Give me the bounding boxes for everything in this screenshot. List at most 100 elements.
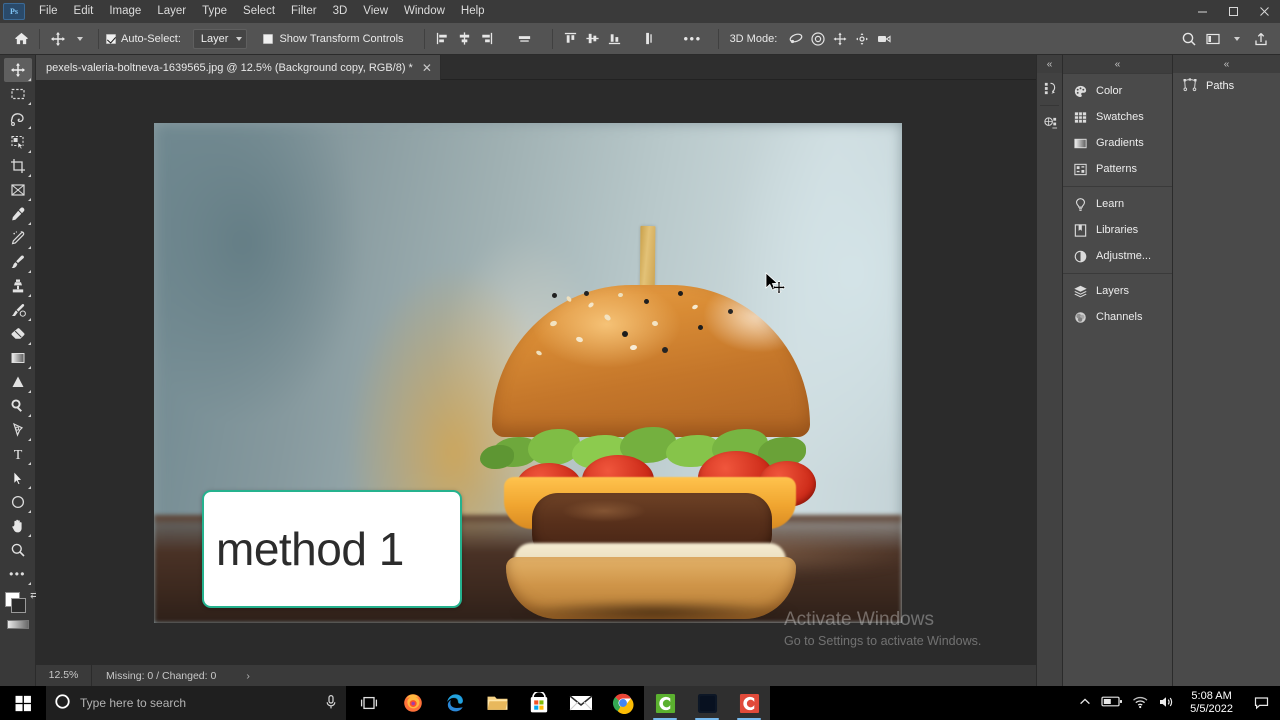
taskbar-app-google-chrome[interactable] [602, 686, 644, 720]
path-selection-tool[interactable] [4, 466, 32, 490]
brush-tool[interactable] [4, 250, 32, 274]
workspace-icon[interactable] [1202, 28, 1224, 50]
workspace-chevron-down-icon[interactable] [1226, 28, 1248, 50]
collapse-icon-strip-button[interactable]: « [1037, 55, 1062, 73]
menu-window[interactable]: Window [396, 0, 453, 23]
menu-edit[interactable]: Edit [66, 0, 102, 23]
show-transform-controls-checkbox[interactable] [263, 33, 274, 44]
type-tool[interactable]: T [4, 442, 32, 466]
taskbar-app-file-explorer[interactable] [476, 686, 518, 720]
maximize-button[interactable] [1218, 0, 1249, 23]
collapse-primary-panels-button[interactable]: « [1063, 55, 1172, 73]
search-icon[interactable] [1178, 28, 1200, 50]
foreground-color-swatch[interactable] [10, 598, 26, 613]
taskbar-app-microsoft-store[interactable] [518, 686, 560, 720]
distribute-vertically-icon[interactable] [638, 28, 660, 50]
distribute-horizontally-icon[interactable] [514, 28, 536, 50]
menu-help[interactable]: Help [453, 0, 493, 23]
share-icon[interactable] [1250, 28, 1272, 50]
panel-item-libraries[interactable]: Libraries [1063, 217, 1172, 243]
blur-tool[interactable] [4, 370, 32, 394]
close-button[interactable] [1249, 0, 1280, 23]
frame-tool[interactable] [4, 178, 32, 202]
auto-select-checkbox[interactable] [106, 33, 116, 44]
align-horizontal-centers-icon[interactable] [454, 28, 476, 50]
taskbar-app-firefox[interactable] [392, 686, 434, 720]
align-right-edges-icon[interactable] [476, 28, 498, 50]
crop-tool[interactable] [4, 154, 32, 178]
foreground-background-color-swatches[interactable]: ⇄ [4, 590, 39, 616]
panel-item-swatches[interactable]: Swatches [1063, 104, 1172, 130]
battery-icon[interactable] [1101, 695, 1123, 711]
method-label-overlay[interactable]: method 1 [202, 490, 462, 608]
menu-select[interactable]: Select [235, 0, 283, 23]
menu-image[interactable]: Image [101, 0, 149, 23]
home-icon[interactable] [10, 28, 32, 50]
align-bottom-edges-icon[interactable] [604, 28, 626, 50]
menu-type[interactable]: Type [194, 0, 235, 23]
taskbar-app-camtasia-red[interactable] [728, 686, 770, 720]
panel-item-layers[interactable]: Layers [1063, 278, 1172, 304]
menu-filter[interactable]: Filter [283, 0, 325, 23]
eraser-tool[interactable] [4, 322, 32, 346]
3d-panel-icon[interactable] [1037, 108, 1063, 138]
panel-item-channels[interactable]: Channels [1063, 304, 1172, 330]
menu-view[interactable]: View [355, 0, 396, 23]
status-expand-arrow[interactable]: › [246, 670, 250, 682]
rectangular-marquee-tool[interactable] [4, 82, 32, 106]
canvas-area[interactable]: method 1 Activate Windows Go to Settings… [36, 80, 1036, 698]
hand-tool[interactable] [4, 514, 32, 538]
minimize-button[interactable] [1187, 0, 1218, 23]
quick-mask-strip[interactable] [6, 620, 29, 629]
windows-start-icon[interactable] [0, 686, 46, 720]
taskbar-app-microsoft-edge[interactable] [434, 686, 476, 720]
move-tool-options-caret[interactable] [69, 28, 91, 50]
panel-item-color[interactable]: Color [1063, 78, 1172, 104]
dodge-tool[interactable] [4, 394, 32, 418]
clone-stamp-tool[interactable] [4, 274, 32, 298]
move-tool-icon[interactable] [47, 28, 69, 50]
pen-tool[interactable] [4, 418, 32, 442]
zoom-level[interactable]: 12.5% [36, 665, 92, 686]
panel-item-learn[interactable]: Learn [1063, 191, 1172, 217]
close-icon[interactable]: ✕ [422, 62, 432, 74]
volume-icon[interactable] [1158, 695, 1175, 712]
panel-item-adjustments[interactable]: Adjustme... [1063, 243, 1172, 269]
align-vertical-centers-icon[interactable] [582, 28, 604, 50]
auto-select-scope-dropdown[interactable]: Layer [192, 28, 248, 49]
camera-3d-icon[interactable] [873, 28, 895, 50]
taskbar-search-box[interactable] [46, 686, 346, 720]
document-canvas[interactable]: method 1 [154, 123, 902, 623]
panel-item-paths[interactable]: Paths [1173, 73, 1280, 99]
menu-file[interactable]: File [31, 0, 66, 23]
slide-3d-icon[interactable] [851, 28, 873, 50]
eyedropper-tool[interactable] [4, 202, 32, 226]
move-tool[interactable] [3, 58, 32, 82]
more-options-button[interactable]: ••• [682, 28, 704, 50]
orbit-3d-icon[interactable] [785, 28, 807, 50]
panel-item-gradients[interactable]: Gradients [1063, 130, 1172, 156]
pan-3d-icon[interactable] [829, 28, 851, 50]
menu-layer[interactable]: Layer [149, 0, 194, 23]
document-tab[interactable]: pexels-valeria-boltneva-1639565.jpg @ 12… [36, 55, 441, 80]
menu-3d[interactable]: 3D [325, 0, 356, 23]
taskbar-app-mail[interactable] [560, 686, 602, 720]
history-panel-icon[interactable] [1037, 73, 1063, 103]
taskbar-app-photoshop[interactable] [686, 686, 728, 720]
lasso-tool[interactable] [4, 106, 32, 130]
history-brush-tool[interactable] [4, 298, 32, 322]
align-left-edges-icon[interactable] [432, 28, 454, 50]
wifi-icon[interactable] [1132, 695, 1149, 712]
object-selection-tool[interactable] [4, 130, 32, 154]
collapse-secondary-panels-button[interactable]: « [1173, 55, 1280, 73]
zoom-tool[interactable] [4, 538, 32, 562]
microphone-icon[interactable] [324, 694, 338, 713]
panel-item-patterns[interactable]: Patterns [1063, 156, 1172, 182]
ellipse-tool[interactable] [4, 490, 32, 514]
search-input[interactable] [80, 696, 315, 710]
task-view-icon[interactable] [346, 686, 392, 720]
taskbar-app-camtasia-green[interactable] [644, 686, 686, 720]
notifications-icon[interactable] [1248, 696, 1274, 710]
spot-healing-brush-tool[interactable] [4, 226, 32, 250]
roll-3d-icon[interactable] [807, 28, 829, 50]
